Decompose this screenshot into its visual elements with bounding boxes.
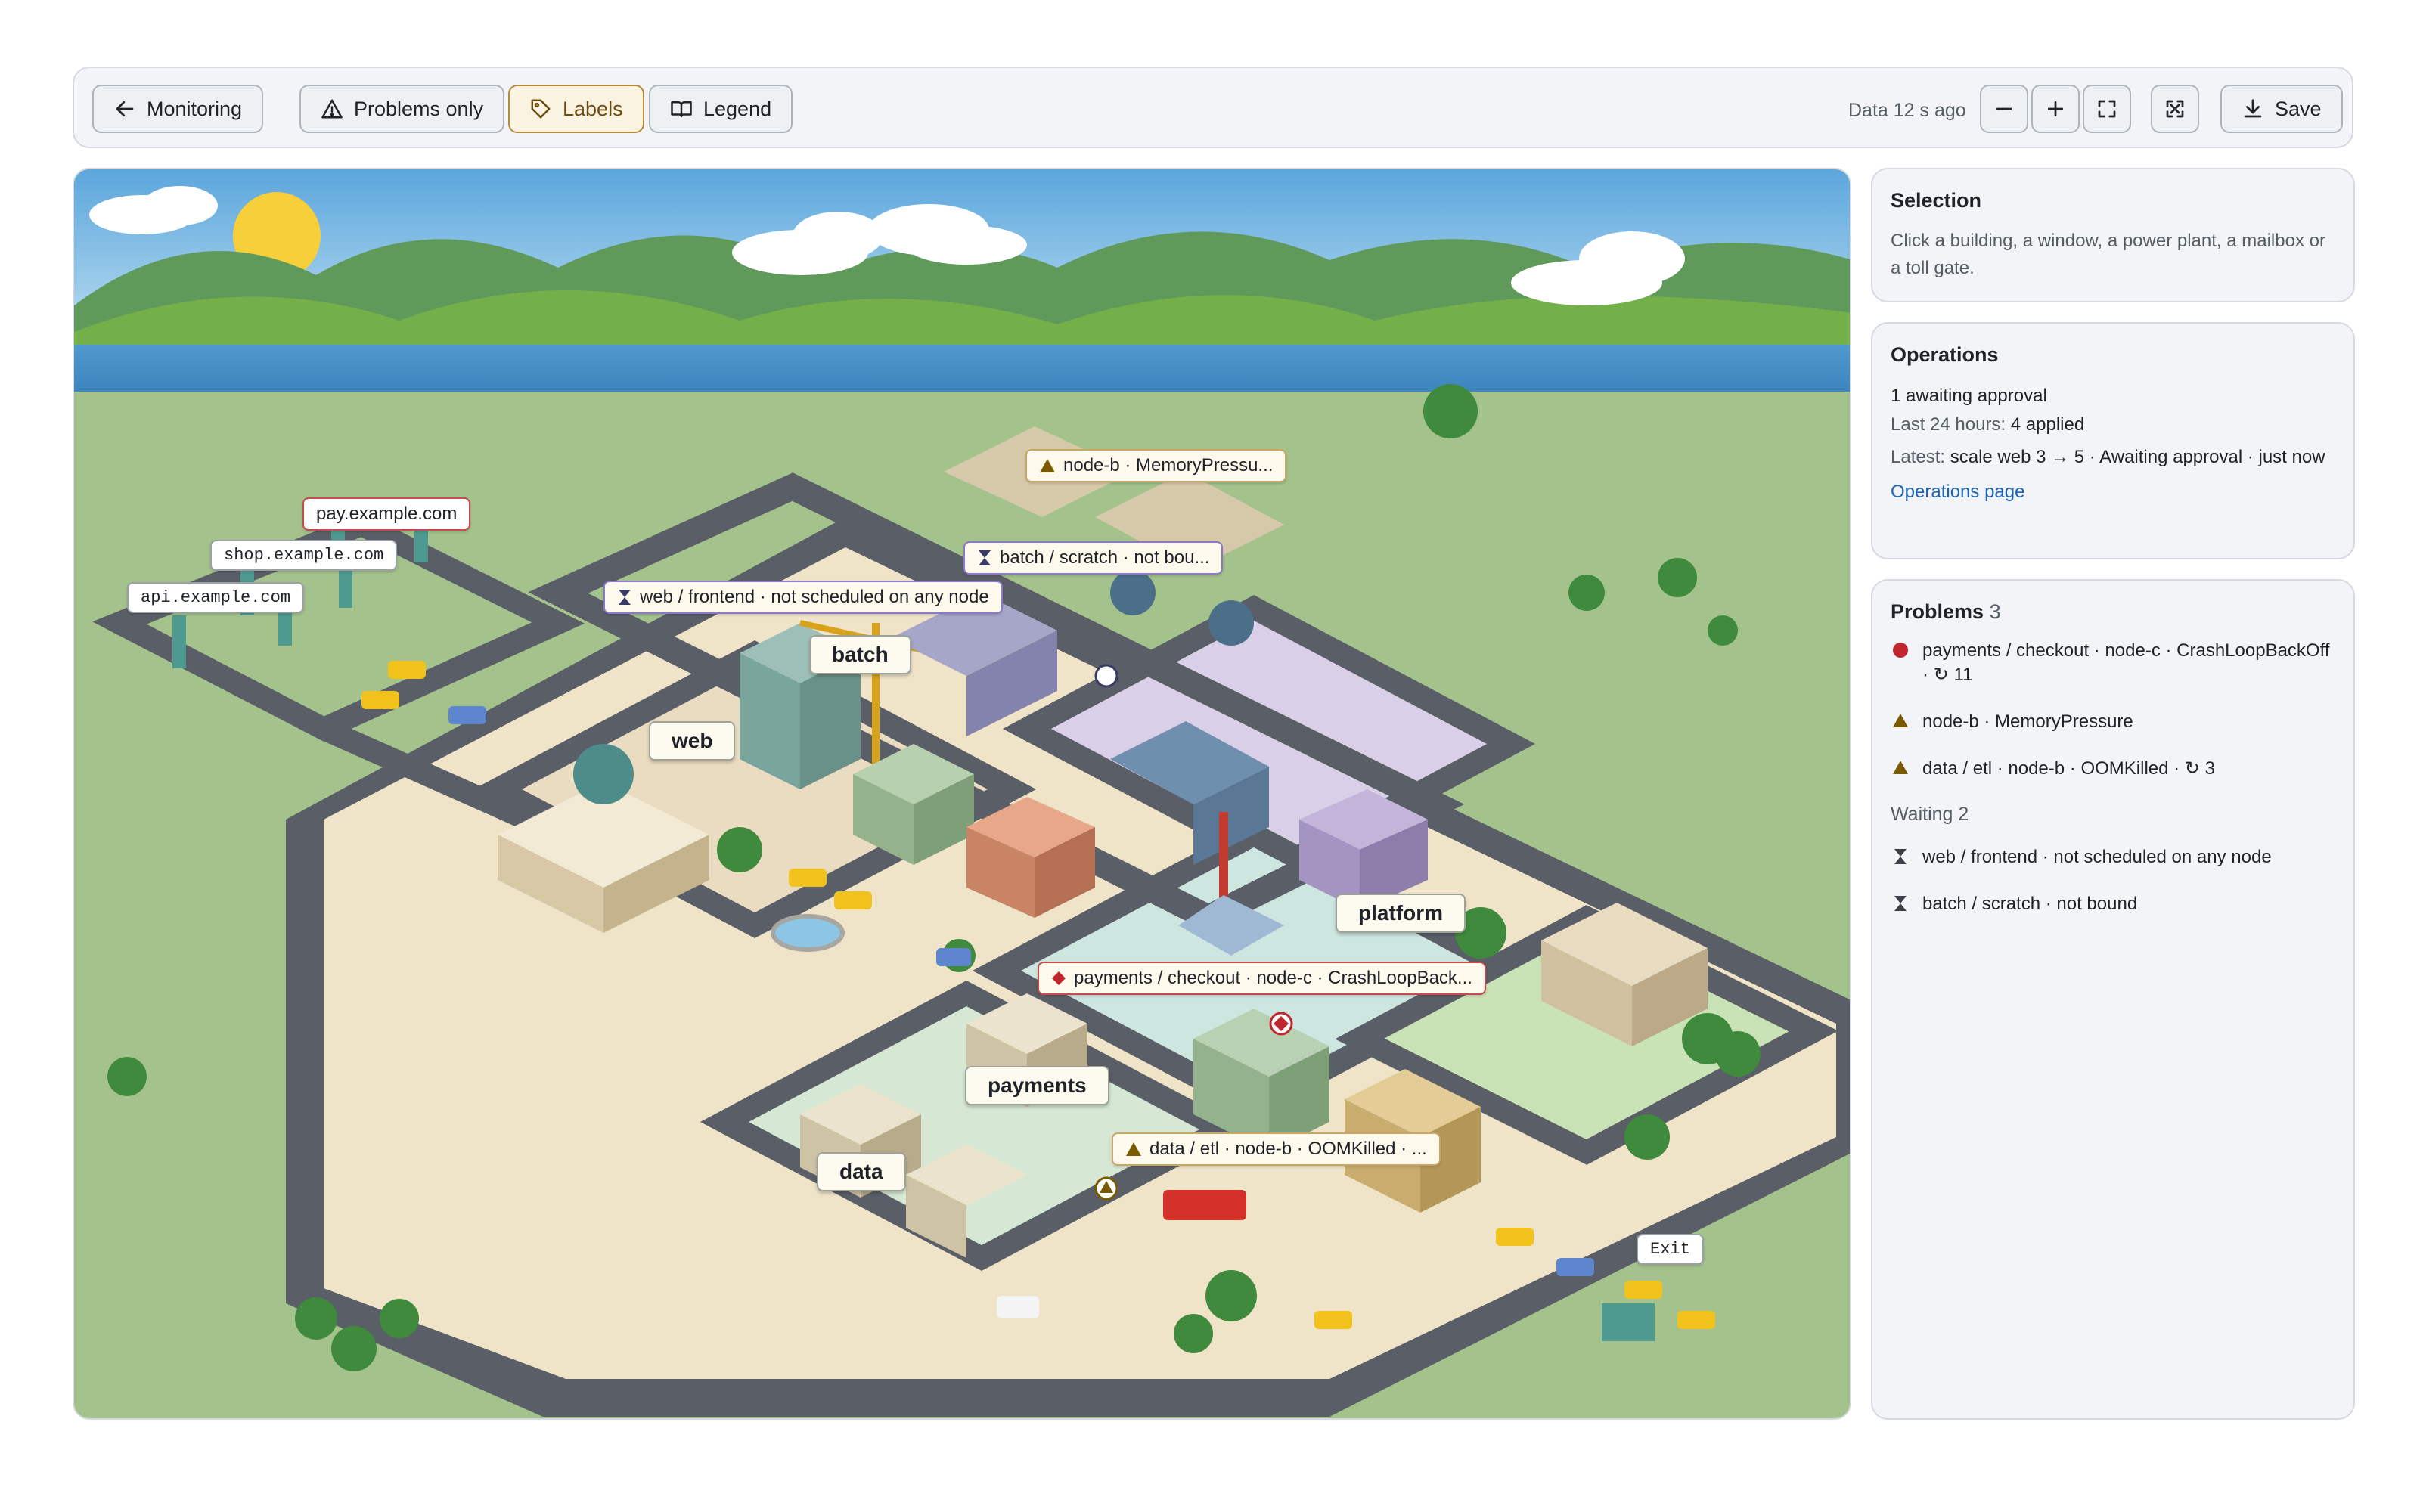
back-button-label: Monitoring: [147, 97, 243, 120]
namespace-label-web[interactable]: web: [649, 721, 736, 761]
legend-label: Legend: [703, 97, 772, 120]
zoom-in-button[interactable]: [2031, 85, 2080, 133]
save-button-label: Save: [2275, 97, 2322, 120]
namespace-label-payments[interactable]: payments: [965, 1066, 1109, 1105]
problem-text: data / etl · node-b · OOMKilled · ↻ 3: [1922, 758, 2215, 779]
problems-title-text: Problems: [1891, 600, 1984, 623]
operations-last24-prefix: Last 24 hours:: [1891, 414, 2006, 435]
problems-only-label: Problems only: [354, 97, 484, 120]
zoom-out-button[interactable]: [1980, 85, 2028, 133]
fit-frame-icon: [2098, 100, 2116, 118]
problem-item-checkout[interactable]: payments / checkout · node-c · CrashLoop…: [1891, 639, 2335, 687]
minus-icon: [1996, 107, 2012, 110]
waiting-heading: Waiting 2: [1891, 804, 2335, 826]
waiting-title: Waiting: [1891, 804, 1953, 825]
plus-icon: [2047, 101, 2064, 117]
download-icon: [2244, 99, 2262, 118]
book-open-icon: [671, 101, 692, 118]
callout-memory-pressure[interactable]: node-b · MemoryPressu...: [1025, 449, 1287, 482]
problems-panel: Problems 3 payments / checkout · node-c …: [1871, 579, 2355, 1420]
critical-diamond-icon: [1052, 971, 1066, 985]
waiting-text: web / frontend · not scheduled on any no…: [1922, 847, 2272, 867]
labels-toggle-label: Labels: [563, 97, 623, 120]
callout-memory-pressure-text: node-b · MemoryPressu...: [1063, 455, 1274, 476]
callout-checkout-text: payments / checkout · node-c · CrashLoop…: [1074, 968, 1472, 988]
fullscreen-button[interactable]: [2151, 85, 2199, 133]
hourglass-icon: [979, 550, 991, 565]
operations-last24-value: 4 applied: [2010, 414, 2085, 435]
namespace-label-data[interactable]: data: [817, 1152, 906, 1191]
selection-title: Selection: [1891, 189, 1982, 212]
problem-item-etl[interactable]: data / etl · node-b · OOMKilled · ↻ 3: [1891, 757, 2335, 781]
warning-triangle-icon: [1040, 459, 1055, 472]
operations-panel: Operations 1 awaiting approval Last 24 h…: [1871, 322, 2355, 559]
operations-last24: Last 24 hours: 4 applied: [1891, 411, 2335, 439]
expand-icon: [2166, 100, 2184, 118]
operations-latest-value: scale web 3 → 5 · Awaiting approval · ju…: [1950, 447, 2325, 467]
hourglass-icon: [1894, 896, 1907, 911]
exit-label[interactable]: Exit: [1637, 1234, 1704, 1265]
operations-latest: Latest: scale web 3 → 5 · Awaiting appro…: [1891, 444, 2335, 471]
selection-panel: Selection Click a building, a window, a …: [1871, 168, 2355, 302]
waiting-item-web-frontend[interactable]: web / frontend · not scheduled on any no…: [1891, 845, 2335, 869]
exit-booth: [1602, 1303, 1655, 1341]
labels-toggle[interactable]: Labels: [508, 85, 644, 133]
data-age-status: Data 12 s ago: [1848, 100, 1966, 121]
warning-triangle-icon: [321, 99, 343, 119]
city-map[interactable]: pay.example.com shop.example.com api.exa…: [73, 168, 1851, 1420]
arrow-left-icon: [116, 101, 134, 117]
lake: [74, 345, 1850, 392]
city-scene: [74, 169, 1850, 1417]
namespace-label-platform[interactable]: platform: [1336, 894, 1466, 933]
operations-page-link[interactable]: Operations page: [1891, 482, 2024, 503]
warning-triangle-icon: [1893, 714, 1908, 727]
waiting-item-batch-scratch[interactable]: batch / scratch · not bound: [1891, 892, 2335, 916]
problems-title: Problems 3: [1891, 600, 2335, 624]
callout-etl[interactable]: data / etl · node-b · OOMKilled · ...: [1112, 1132, 1441, 1166]
warning-triangle-icon: [1126, 1142, 1141, 1156]
fountain: [771, 914, 845, 952]
operations-latest-prefix: Latest:: [1891, 447, 1946, 467]
operations-title: Operations: [1891, 343, 1999, 366]
callout-checkout[interactable]: payments / checkout · node-c · CrashLoop…: [1038, 962, 1486, 995]
problem-text: node-b · MemoryPressure: [1922, 711, 2133, 732]
save-button[interactable]: Save: [2220, 85, 2343, 133]
selection-hint: Click a building, a window, a power plan…: [1891, 231, 2325, 278]
toolbar: Monitoring Problems only Labels Legend D…: [73, 67, 2353, 148]
host-tag-shop[interactable]: shop.example.com: [210, 540, 398, 571]
waiting-text: batch / scratch · not bound: [1922, 894, 2138, 914]
warning-triangle-icon: [1893, 761, 1908, 774]
problem-item-memory[interactable]: node-b · MemoryPressure: [1891, 710, 2335, 734]
host-tag-api[interactable]: api.example.com: [127, 582, 305, 613]
critical-dot-icon: [1893, 643, 1908, 658]
tag-icon: [531, 99, 551, 119]
problems-count: 3: [1989, 600, 2001, 623]
legend-button[interactable]: Legend: [649, 85, 793, 133]
callout-batch-scratch-text: batch / scratch · not bou...: [1000, 547, 1210, 568]
back-to-monitoring-button[interactable]: Monitoring: [92, 85, 264, 133]
callout-batch-scratch[interactable]: batch / scratch · not bou...: [963, 541, 1224, 575]
operations-awaiting: 1 awaiting approval: [1891, 386, 2047, 406]
hourglass-icon: [619, 590, 631, 605]
problem-text: payments / checkout · node-c · CrashLoop…: [1922, 640, 2330, 685]
host-tag-pay[interactable]: pay.example.com: [302, 497, 471, 531]
fit-view-button[interactable]: [2083, 85, 2131, 133]
hourglass-icon: [1894, 849, 1907, 864]
namespace-label-batch[interactable]: batch: [809, 635, 911, 674]
callout-web-frontend[interactable]: web / frontend · not scheduled on any no…: [603, 581, 1003, 614]
problems-only-toggle[interactable]: Problems only: [299, 85, 505, 133]
waiting-count: 2: [1958, 804, 1969, 825]
callout-web-frontend-text: web / frontend · not scheduled on any no…: [640, 587, 989, 607]
callout-etl-text: data / etl · node-b · OOMKilled · ...: [1150, 1139, 1427, 1159]
